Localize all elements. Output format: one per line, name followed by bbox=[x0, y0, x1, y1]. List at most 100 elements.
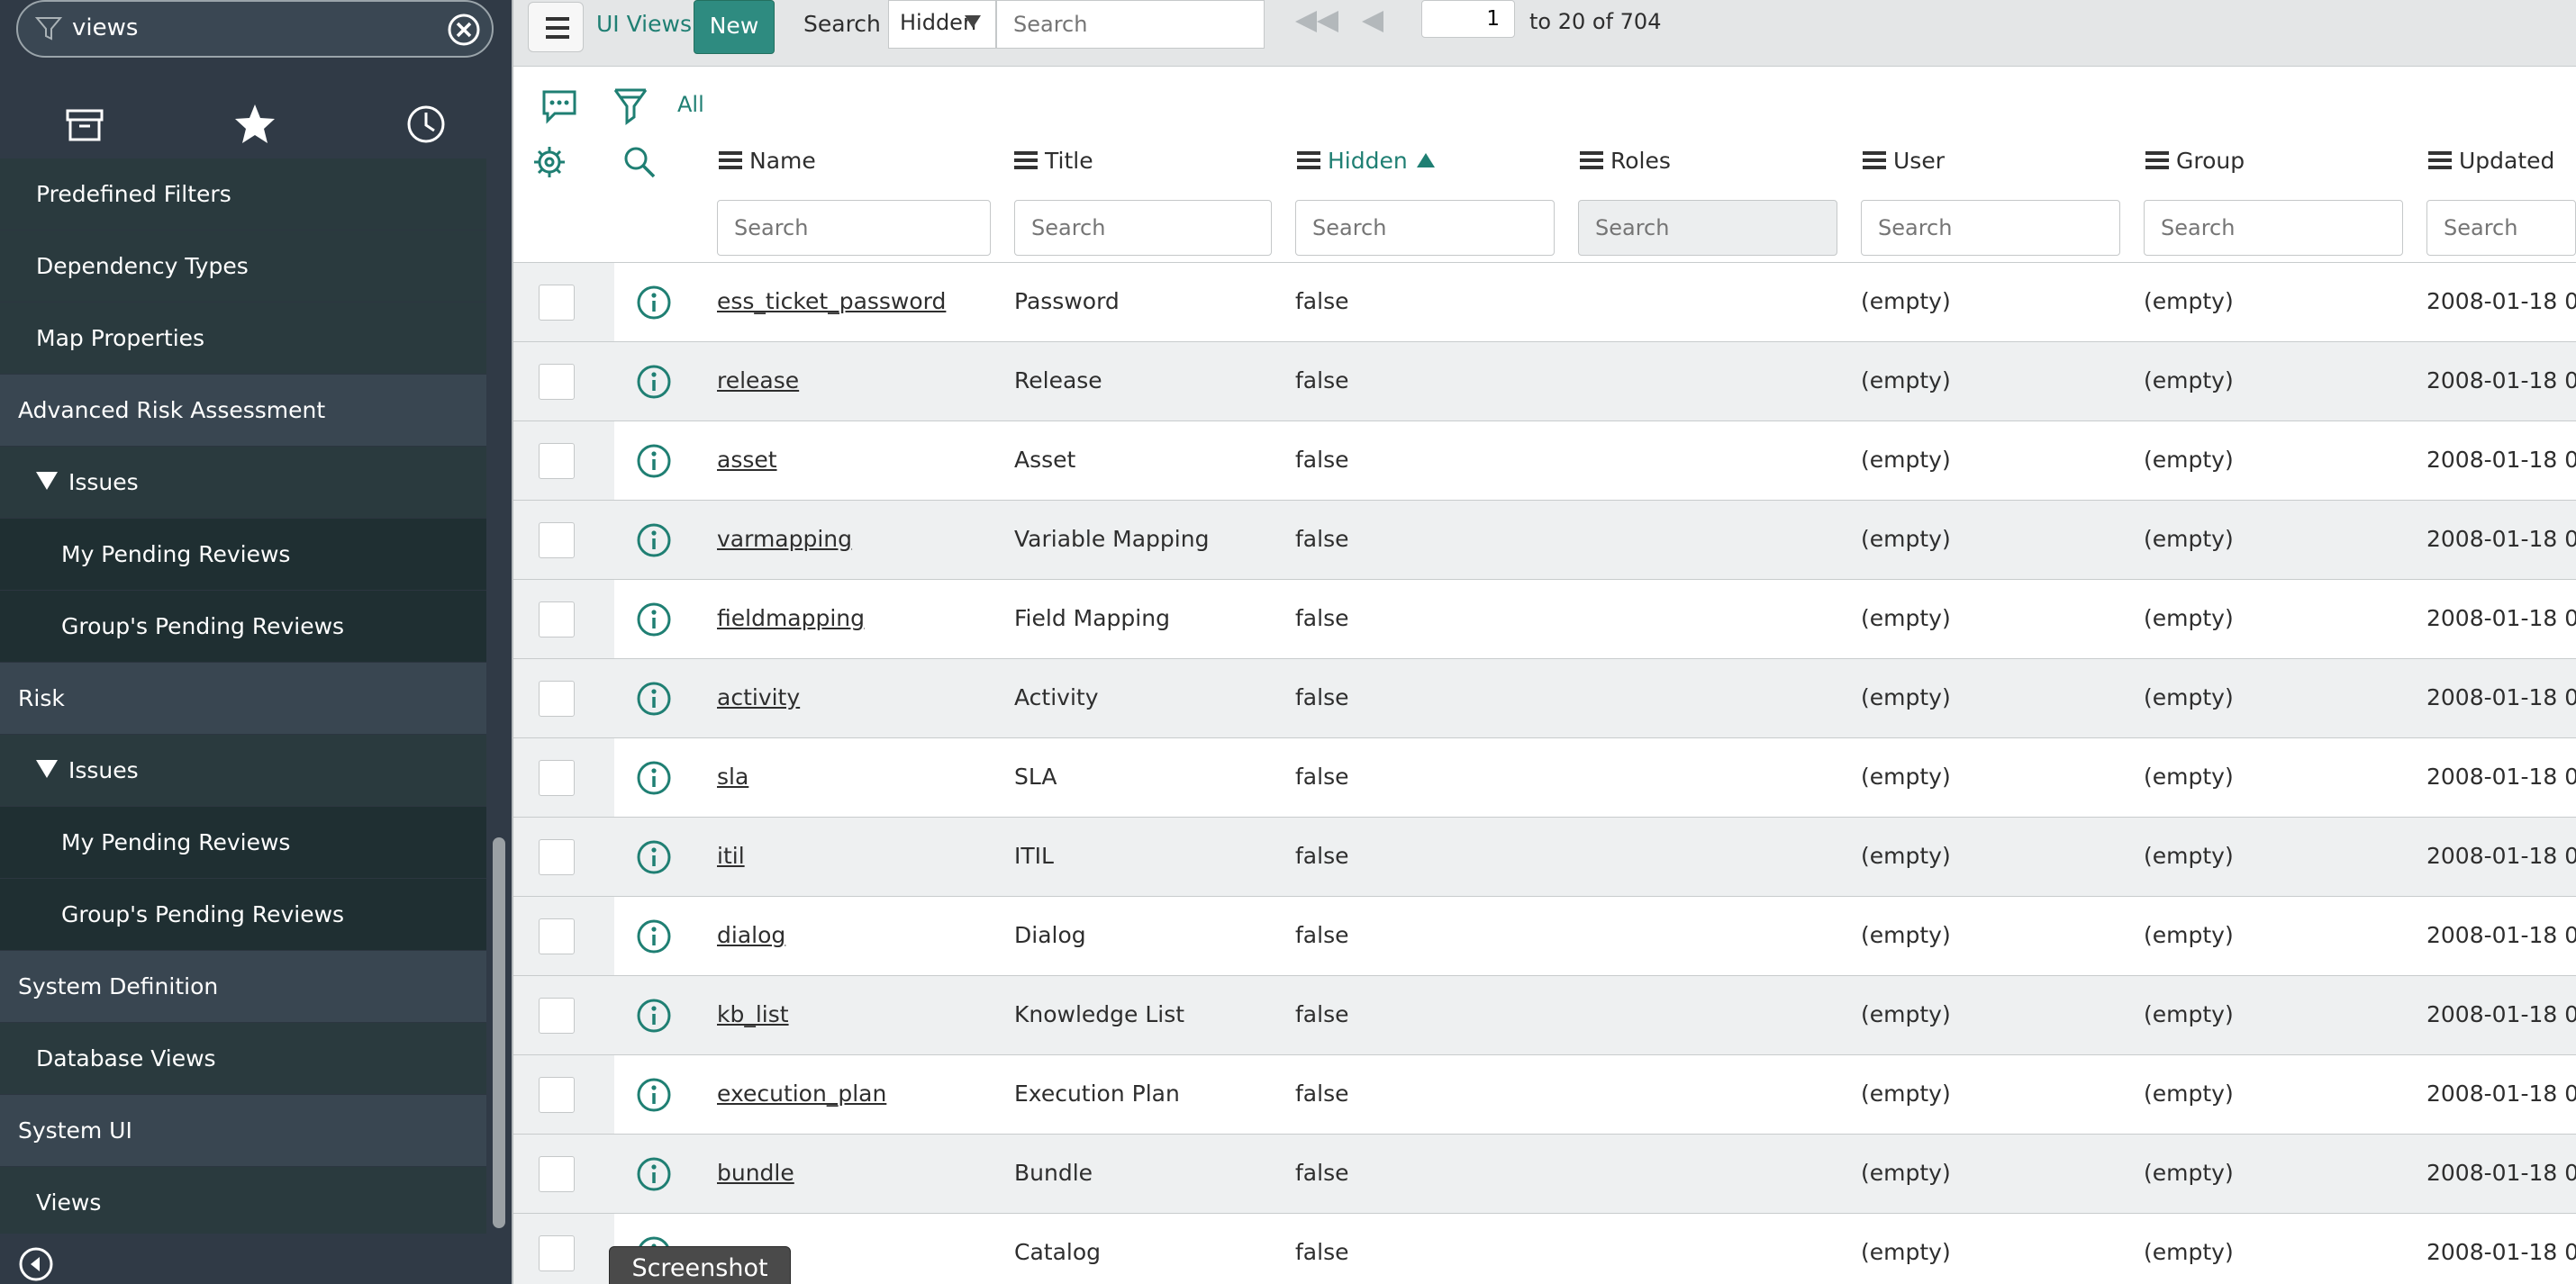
archive-icon[interactable] bbox=[59, 99, 110, 149]
hidden-search-input[interactable] bbox=[1295, 200, 1555, 256]
row-checkbox[interactable] bbox=[539, 918, 575, 954]
cell-name[interactable]: fieldmapping bbox=[717, 605, 865, 631]
table-row[interactable]: varmapping Variable Mapping false (empty) (e… bbox=[513, 501, 2576, 580]
cell-name[interactable]: itil bbox=[717, 843, 745, 869]
cell-name[interactable]: activity bbox=[717, 684, 800, 710]
clear-icon[interactable] bbox=[447, 13, 481, 47]
group-search-input[interactable] bbox=[2144, 200, 2403, 256]
expand-triangle-icon[interactable] bbox=[36, 472, 58, 490]
cell-name[interactable]: ess_ticket_password bbox=[717, 288, 946, 314]
column-title[interactable]: Title bbox=[1014, 148, 1093, 174]
info-icon[interactable] bbox=[636, 918, 672, 954]
cell-name[interactable]: dialog bbox=[717, 922, 785, 948]
menu-item-my-pending-reviews[interactable]: My Pending Reviews bbox=[0, 519, 486, 591]
menu-item-database-views[interactable]: Database Views bbox=[0, 1023, 486, 1095]
table-row[interactable]: asset Asset false (empty) (empty) 2008-01-18 … bbox=[513, 421, 2576, 501]
history-icon[interactable] bbox=[401, 99, 451, 149]
navigator-filter-input[interactable]: views bbox=[72, 14, 138, 41]
column-roles[interactable]: Roles bbox=[1580, 148, 1671, 174]
table-row[interactable]: kb_list Knowledge List false (empty) (empty)… bbox=[513, 976, 2576, 1055]
row-checkbox[interactable] bbox=[539, 760, 575, 796]
navigator-scrollbar-thumb[interactable] bbox=[493, 837, 505, 1228]
row-checkbox[interactable] bbox=[539, 522, 575, 558]
screenshot-button[interactable]: Screenshot bbox=[609, 1246, 791, 1284]
table-row[interactable]: fieldmapping Field Mapping false (empty) (em… bbox=[513, 580, 2576, 659]
expand-triangle-icon[interactable] bbox=[36, 760, 58, 778]
cell-name[interactable]: execution_plan bbox=[717, 1081, 886, 1107]
table-row[interactable]: release Release false (empty) (empty) 2008-01… bbox=[513, 342, 2576, 421]
table-row[interactable]: bundle Bundle false (empty) (empty) 2008-01-1… bbox=[513, 1135, 2576, 1214]
menu-section-system-ui[interactable]: System UI bbox=[0, 1095, 486, 1167]
info-icon[interactable] bbox=[636, 443, 672, 479]
personalize-icon[interactable] bbox=[540, 88, 578, 124]
info-icon[interactable] bbox=[636, 601, 672, 637]
info-icon[interactable] bbox=[636, 1156, 672, 1192]
prev-page-icon[interactable] bbox=[1360, 9, 1385, 34]
name-search-input[interactable] bbox=[717, 200, 991, 256]
column-menu-icon[interactable] bbox=[2145, 151, 2169, 169]
column-name[interactable]: Name bbox=[719, 148, 816, 174]
menu-item-map-properties[interactable]: Map Properties bbox=[0, 303, 486, 375]
column-user[interactable]: User bbox=[1863, 148, 1945, 174]
gear-icon[interactable] bbox=[531, 144, 567, 180]
row-checkbox[interactable] bbox=[539, 998, 575, 1034]
info-icon[interactable] bbox=[636, 760, 672, 796]
row-checkbox[interactable] bbox=[539, 601, 575, 637]
table-row[interactable]: ess_ticket_password Password false (empty) (… bbox=[513, 263, 2576, 342]
cell-name[interactable]: varmapping bbox=[717, 526, 852, 552]
menu-item-dependency-types[interactable]: Dependency Types bbox=[0, 231, 486, 303]
filter-toggle-icon[interactable] bbox=[612, 86, 649, 126]
info-icon[interactable] bbox=[636, 1077, 672, 1113]
search-icon[interactable] bbox=[621, 144, 658, 180]
first-page-icon[interactable] bbox=[1293, 9, 1342, 34]
menu-section-system-definition[interactable]: System Definition bbox=[0, 951, 486, 1023]
row-checkbox[interactable] bbox=[539, 364, 575, 400]
row-checkbox[interactable] bbox=[539, 443, 575, 479]
row-checkbox[interactable] bbox=[539, 1156, 575, 1192]
star-icon[interactable] bbox=[230, 99, 280, 149]
column-menu-icon[interactable] bbox=[2428, 151, 2452, 169]
search-field-select[interactable]: Hidden bbox=[888, 0, 996, 49]
menu-item-groups-pending-reviews[interactable]: Group's Pending Reviews bbox=[0, 879, 486, 951]
menu-item-views[interactable]: Views bbox=[0, 1167, 486, 1234]
page-number-input[interactable] bbox=[1421, 0, 1515, 38]
menu-section-advanced-risk-assessment[interactable]: Advanced Risk Assessment bbox=[0, 375, 486, 447]
column-updated[interactable]: Updated bbox=[2428, 148, 2554, 174]
table-row[interactable]: execution_plan Execution Plan false (empty)… bbox=[513, 1055, 2576, 1135]
info-icon[interactable] bbox=[636, 998, 672, 1034]
column-menu-icon[interactable] bbox=[1014, 151, 1038, 169]
menu-item-groups-pending-reviews[interactable]: Group's Pending Reviews bbox=[0, 591, 486, 663]
column-menu-icon[interactable] bbox=[719, 151, 742, 169]
table-row[interactable]: Catalog false (empty) (empty) 2008-01-18 07:… bbox=[513, 1214, 2576, 1284]
new-button[interactable]: New bbox=[694, 0, 775, 54]
table-row[interactable]: activity Activity false (empty) (empty) 2008-… bbox=[513, 659, 2576, 738]
column-menu-icon[interactable] bbox=[1297, 151, 1320, 169]
menu-group-issues[interactable]: Issues bbox=[0, 735, 486, 807]
list-menu-button[interactable] bbox=[528, 2, 584, 52]
navigator-filter[interactable]: views bbox=[16, 0, 494, 58]
info-icon[interactable] bbox=[636, 285, 672, 321]
table-row[interactable]: dialog Dialog false (empty) (empty) 2008-01-1… bbox=[513, 897, 2576, 976]
updated-search-input[interactable] bbox=[2426, 200, 2576, 256]
column-menu-icon[interactable] bbox=[1580, 151, 1603, 169]
list-title[interactable]: UI Views bbox=[596, 11, 692, 37]
row-checkbox[interactable] bbox=[539, 839, 575, 875]
column-menu-icon[interactable] bbox=[1863, 151, 1886, 169]
cell-name[interactable]: release bbox=[717, 367, 799, 393]
collapse-icon[interactable] bbox=[18, 1246, 54, 1282]
cell-name[interactable]: kb_list bbox=[717, 1001, 789, 1027]
info-icon[interactable] bbox=[636, 681, 672, 717]
column-group[interactable]: Group bbox=[2145, 148, 2245, 174]
menu-item-my-pending-reviews[interactable]: My Pending Reviews bbox=[0, 807, 486, 879]
row-checkbox[interactable] bbox=[539, 681, 575, 717]
row-checkbox[interactable] bbox=[539, 1235, 575, 1271]
cell-name[interactable]: bundle bbox=[717, 1160, 794, 1186]
cell-name[interactable]: asset bbox=[717, 447, 777, 473]
column-hidden[interactable]: Hidden bbox=[1297, 148, 1435, 174]
menu-group-issues[interactable]: Issues bbox=[0, 447, 486, 519]
table-row[interactable]: itil ITIL false (empty) (empty) 2008-01-18 07… bbox=[513, 818, 2576, 897]
menu-item-predefined-filters[interactable]: Predefined Filters bbox=[0, 158, 486, 231]
search-input[interactable] bbox=[996, 0, 1265, 49]
table-row[interactable]: sla SLA false (empty) (empty) 2008-01-18 07:3 bbox=[513, 738, 2576, 818]
info-icon[interactable] bbox=[636, 839, 672, 875]
